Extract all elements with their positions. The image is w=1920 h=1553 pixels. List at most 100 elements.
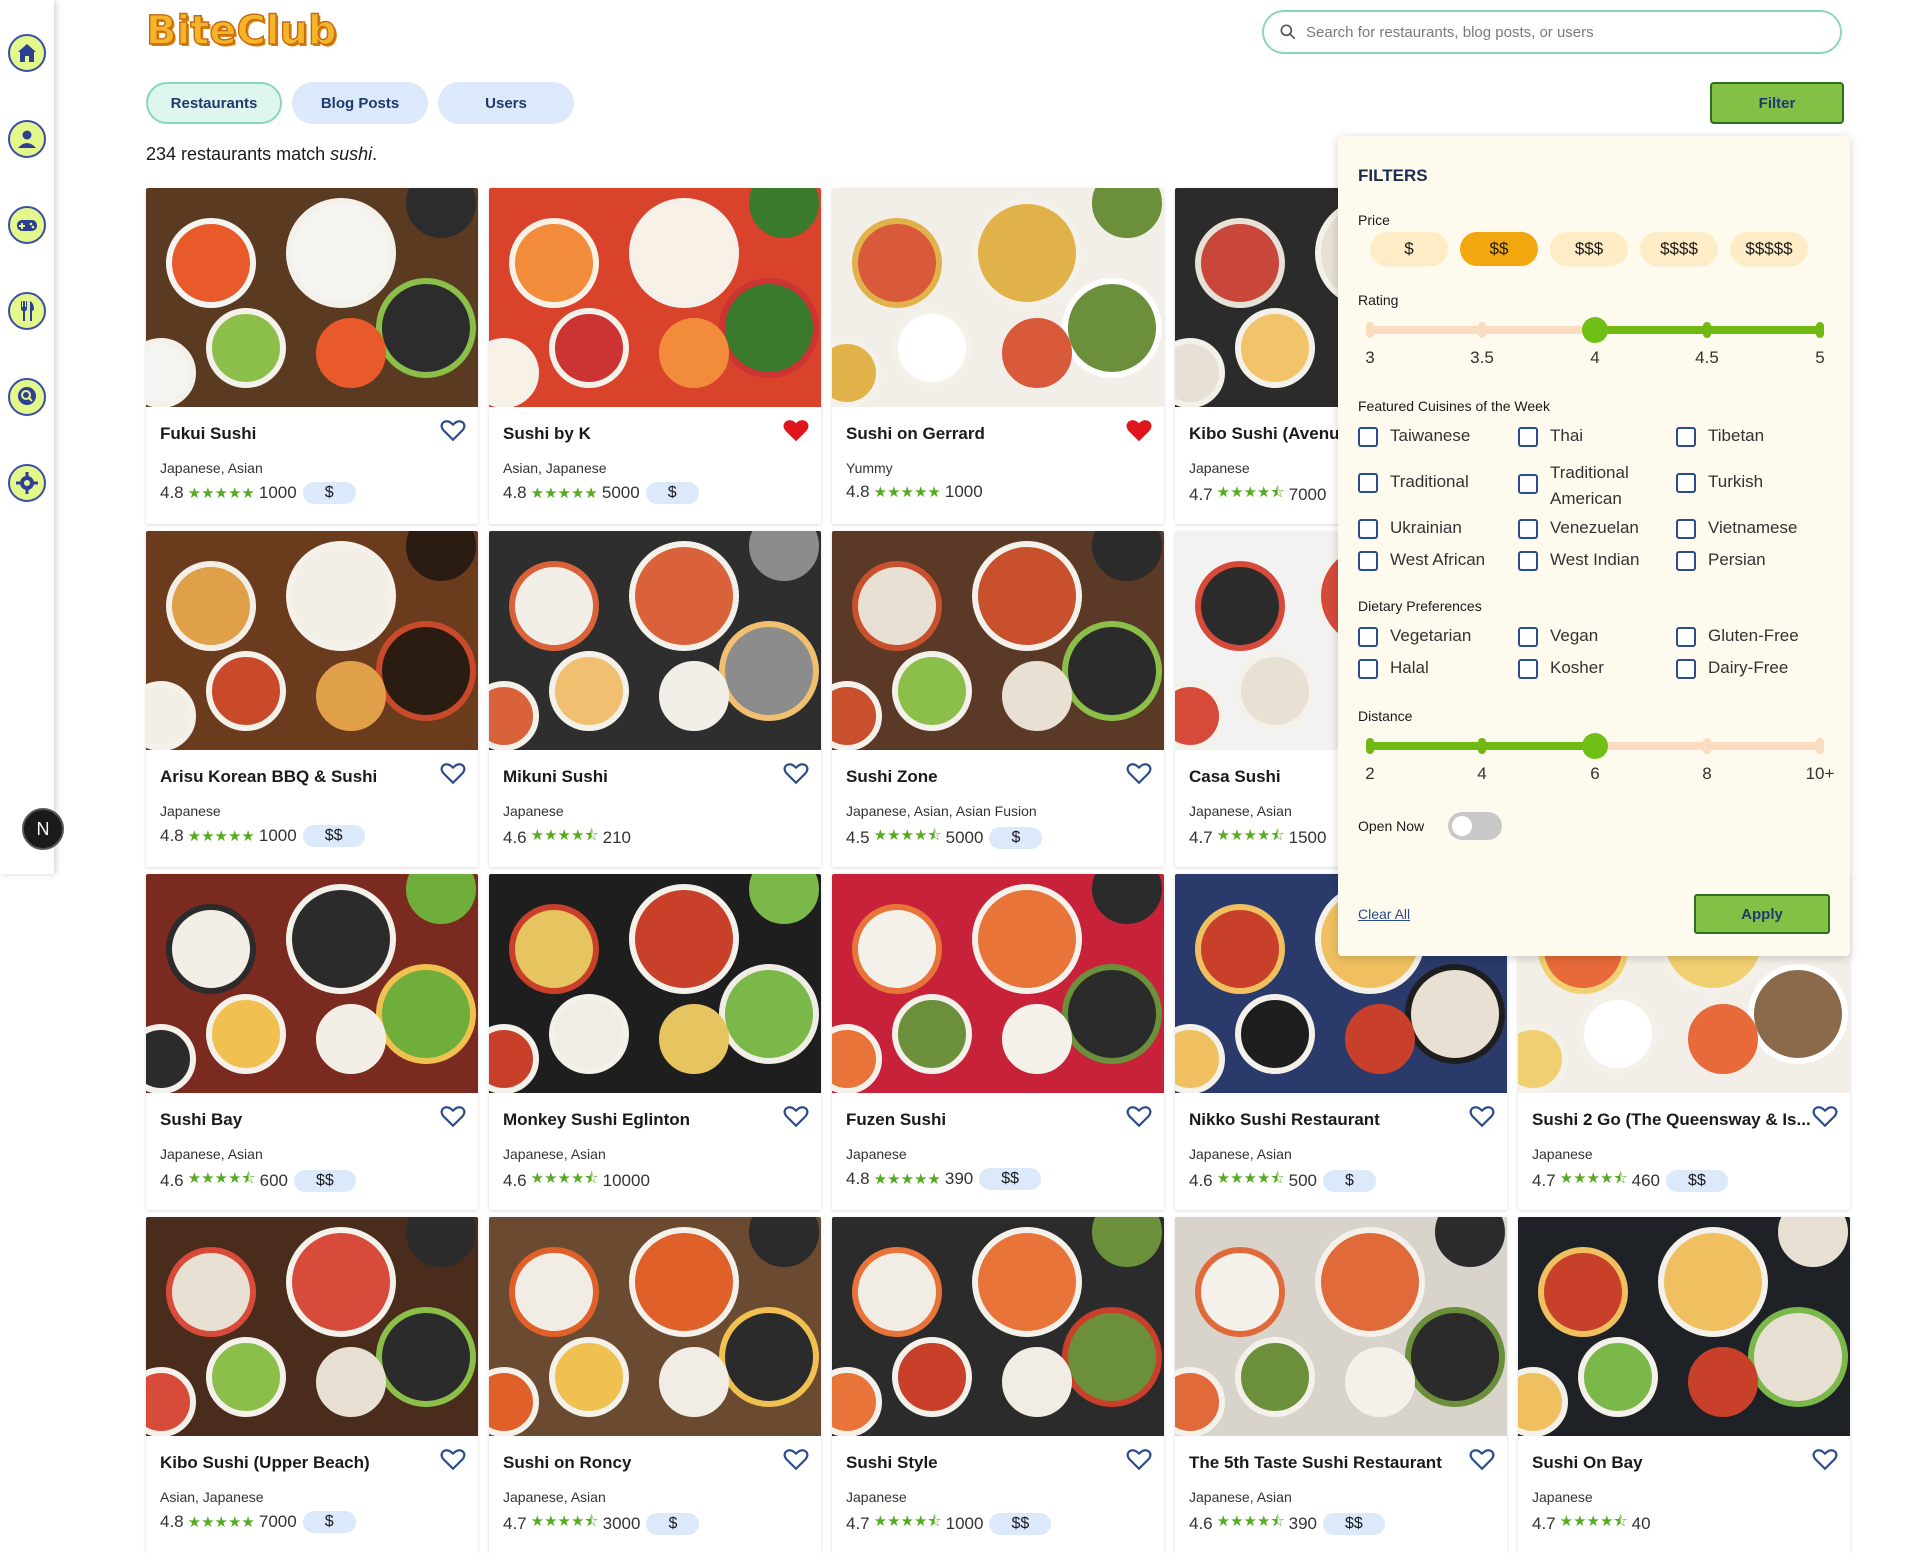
restaurant-card[interactable]: The 5th Taste Sushi Restaurant Japanese, … xyxy=(1175,1217,1507,1553)
checkbox-persian[interactable]: Persian xyxy=(1676,550,1766,571)
restaurant-name[interactable]: Fuzen Sushi xyxy=(846,1110,946,1130)
restaurant-photo[interactable] xyxy=(146,874,478,1093)
restaurant-photo[interactable] xyxy=(146,188,478,407)
price-option-4[interactable]: $$$$ xyxy=(1640,232,1718,266)
price-option-2[interactable]: $$ xyxy=(1460,232,1538,266)
restaurant-card[interactable]: Sushi Style Japanese 4.7 ★★★★⯪ 1000 $$ xyxy=(832,1217,1164,1553)
restaurant-name[interactable]: Monkey Sushi Eglinton xyxy=(503,1110,690,1130)
filter-button[interactable]: Filter xyxy=(1710,82,1844,124)
checkbox-venezuelan[interactable]: Venezuelan xyxy=(1518,518,1639,539)
checkbox-west-african[interactable]: West African xyxy=(1358,550,1485,571)
restaurant-name[interactable]: The 5th Taste Sushi Restaurant xyxy=(1189,1453,1442,1473)
restaurant-card[interactable]: Mikuni Sushi Japanese 4.6 ★★★★⯪ 210 xyxy=(489,531,821,867)
restaurant-photo[interactable] xyxy=(146,531,478,750)
restaurant-photo[interactable] xyxy=(832,1217,1164,1436)
restaurant-photo[interactable] xyxy=(489,1217,821,1436)
gamepad-icon[interactable] xyxy=(8,206,46,244)
restaurant-name[interactable]: Sushi on Roncy xyxy=(503,1453,631,1473)
gear-icon[interactable] xyxy=(8,464,46,502)
checkbox-halal[interactable]: Halal xyxy=(1358,658,1429,679)
restaurant-name[interactable]: Sushi On Bay xyxy=(1532,1453,1643,1473)
restaurant-photo[interactable] xyxy=(1518,1217,1850,1436)
heart-icon[interactable] xyxy=(440,761,466,785)
checkbox-vegetarian[interactable]: Vegetarian xyxy=(1358,626,1471,647)
restaurant-photo[interactable] xyxy=(489,874,821,1093)
checkbox-tibetan[interactable]: Tibetan xyxy=(1676,426,1764,447)
heart-icon[interactable] xyxy=(1469,1447,1495,1471)
restaurant-card[interactable]: Sushi on Roncy Japanese, Asian 4.7 ★★★★⯪ 300… xyxy=(489,1217,821,1553)
price-option-5[interactable]: $$$$$ xyxy=(1730,232,1808,266)
restaurant-name[interactable]: Mikuni Sushi xyxy=(503,767,608,787)
open-now-toggle[interactable] xyxy=(1448,812,1502,840)
restaurant-card[interactable]: Sushi Bay Japanese, Asian 4.6 ★★★★⯪ 600 $$ xyxy=(146,874,478,1210)
restaurant-photo[interactable] xyxy=(832,874,1164,1093)
user-icon[interactable] xyxy=(8,120,46,158)
restaurant-name[interactable]: Nikko Sushi Restaurant xyxy=(1189,1110,1380,1130)
price-option-3[interactable]: $$$ xyxy=(1550,232,1628,266)
checkbox-taiwanese[interactable]: Taiwanese xyxy=(1358,426,1470,447)
search-chat-icon[interactable] xyxy=(8,378,46,416)
heart-icon[interactable] xyxy=(440,418,466,442)
cutlery-icon[interactable] xyxy=(8,292,46,330)
heart-icon[interactable] xyxy=(440,1104,466,1128)
restaurant-card[interactable]: Arisu Korean BBQ & Sushi Japanese 4.8 ★★★★★… xyxy=(146,531,478,867)
restaurant-name[interactable]: Arisu Korean BBQ & Sushi xyxy=(160,767,377,787)
restaurant-photo[interactable] xyxy=(832,531,1164,750)
restaurant-photo[interactable] xyxy=(1175,1217,1507,1436)
tab-restaurants[interactable]: Restaurants xyxy=(146,82,282,124)
checkbox-vegan[interactable]: Vegan xyxy=(1518,626,1598,647)
restaurant-photo[interactable] xyxy=(146,1217,478,1436)
app-logo[interactable]: BiteClub xyxy=(145,7,337,54)
restaurant-name[interactable]: Kibo Sushi (Avenue xyxy=(1189,424,1349,444)
checkbox-thai[interactable]: Thai xyxy=(1518,426,1583,447)
restaurant-card[interactable]: Sushi on Gerrard Yummy 4.8 ★★★★★ 1000 xyxy=(832,188,1164,524)
restaurant-name[interactable]: Fukui Sushi xyxy=(160,424,256,444)
restaurant-name[interactable]: Sushi by K xyxy=(503,424,591,444)
restaurant-name[interactable]: Sushi Style xyxy=(846,1453,938,1473)
checkbox-gluten-free[interactable]: Gluten-Free xyxy=(1676,626,1799,647)
heart-icon[interactable] xyxy=(1469,1104,1495,1128)
tab-users[interactable]: Users xyxy=(438,82,574,124)
user-avatar[interactable]: N xyxy=(22,808,64,850)
heart-icon[interactable] xyxy=(440,1447,466,1471)
restaurant-name[interactable]: Sushi Zone xyxy=(846,767,938,787)
heart-filled-icon[interactable] xyxy=(1126,418,1152,442)
heart-icon[interactable] xyxy=(1126,1447,1152,1471)
heart-icon[interactable] xyxy=(783,1447,809,1471)
price-option-1[interactable]: $ xyxy=(1370,232,1448,266)
checkbox-west-indian[interactable]: West Indian xyxy=(1518,550,1639,571)
heart-icon[interactable] xyxy=(1812,1447,1838,1471)
checkbox-ukrainian[interactable]: Ukrainian xyxy=(1358,518,1462,539)
restaurant-name[interactable]: Casa Sushi xyxy=(1189,767,1281,787)
apply-button[interactable]: Apply xyxy=(1694,894,1830,934)
restaurant-photo[interactable] xyxy=(832,188,1164,407)
restaurant-name[interactable]: Kibo Sushi (Upper Beach) xyxy=(160,1453,370,1473)
heart-icon[interactable] xyxy=(783,1104,809,1128)
rating-slider-knob[interactable] xyxy=(1582,317,1608,343)
checkbox-traditional[interactable]: Traditional xyxy=(1358,472,1469,493)
heart-icon[interactable] xyxy=(1126,1104,1152,1128)
distance-slider-knob[interactable] xyxy=(1582,733,1608,759)
heart-icon[interactable] xyxy=(1812,1104,1838,1128)
restaurant-name[interactable]: Sushi on Gerrard xyxy=(846,424,985,444)
restaurant-photo[interactable] xyxy=(489,188,821,407)
checkbox-kosher[interactable]: Kosher xyxy=(1518,658,1604,679)
heart-icon[interactable] xyxy=(1126,761,1152,785)
restaurant-photo[interactable] xyxy=(489,531,821,750)
restaurant-name[interactable]: Sushi Bay xyxy=(160,1110,242,1130)
search-input[interactable]: Search for restaurants, blog posts, or u… xyxy=(1262,10,1842,54)
restaurant-card[interactable]: Sushi On Bay Japanese 4.7 ★★★★⯪ 40 xyxy=(1518,1217,1850,1553)
restaurant-card[interactable]: Sushi by K Asian, Japanese 4.8 ★★★★★ 5000 $ xyxy=(489,188,821,524)
checkbox-turkish[interactable]: Turkish xyxy=(1676,472,1763,493)
home-icon[interactable] xyxy=(8,34,46,72)
restaurant-card[interactable]: Fukui Sushi Japanese, Asian 4.8 ★★★★★ 1000 $ xyxy=(146,188,478,524)
restaurant-card[interactable]: Sushi Zone Japanese, Asian, Asian Fusion 4… xyxy=(832,531,1164,867)
restaurant-card[interactable]: Kibo Sushi (Upper Beach) Asian, Japanese 4… xyxy=(146,1217,478,1553)
restaurant-card[interactable]: Monkey Sushi Eglinton Japanese, Asian 4.6 ★… xyxy=(489,874,821,1210)
checkbox-traditional-american[interactable]: Traditional American xyxy=(1518,460,1650,512)
heart-filled-icon[interactable] xyxy=(783,418,809,442)
clear-all-link[interactable]: Clear All xyxy=(1358,906,1410,922)
restaurant-card[interactable]: Fuzen Sushi Japanese 4.8 ★★★★★ 390 $$ xyxy=(832,874,1164,1210)
restaurant-name[interactable]: Sushi 2 Go (The Queensway & Is... xyxy=(1532,1110,1811,1130)
checkbox-dairy-free[interactable]: Dairy-Free xyxy=(1676,658,1788,679)
